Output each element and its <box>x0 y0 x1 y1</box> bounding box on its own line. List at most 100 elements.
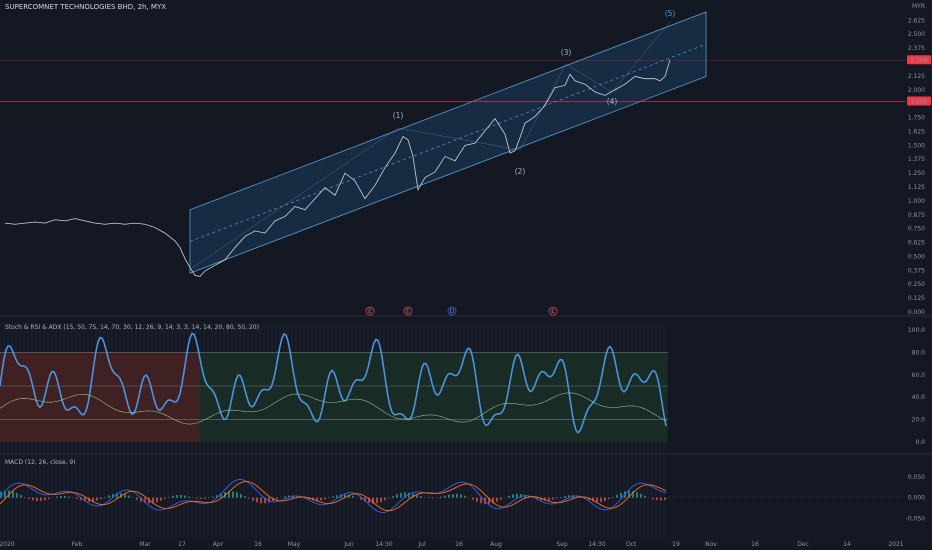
macd-hist-bar <box>164 497 166 499</box>
macd-hist-bar <box>472 497 474 500</box>
macd-axis-tick: 0.000 <box>908 495 925 502</box>
price-axis-tick: 0.750 <box>908 226 925 233</box>
time-axis-tick: 2021 <box>888 541 903 548</box>
macd-hist-bar <box>276 497 278 500</box>
price-axis-tick: 1.250 <box>908 170 925 177</box>
time-axis-tick: Oct <box>626 541 637 548</box>
macd-hist-bar <box>244 496 246 498</box>
time-axis-tick: 17 <box>178 541 186 548</box>
stoch-bear-zone <box>0 352 200 442</box>
macd-hist-bar <box>24 497 26 498</box>
time-axis-tick: Mar <box>139 541 151 548</box>
stoch-indicator-title: Stoch & RSI & ADX (15, 50, 75, 14, 70, 3… <box>5 324 259 331</box>
channel-midline <box>189 43 707 242</box>
macd-hist-bar <box>560 497 562 498</box>
price-axis-tick: 0.125 <box>908 295 925 302</box>
stoch-axis-tick: 0.0 <box>915 439 925 446</box>
time-axis-tick: Apr <box>213 541 224 548</box>
price-axis-tick: 2.125 <box>908 73 925 80</box>
macd-hist-bar <box>172 495 174 498</box>
macd-hist-bar <box>196 497 198 499</box>
macd-hist-bar <box>400 492 402 498</box>
macd-hist-bar <box>616 494 618 498</box>
macd-hist-bar <box>124 493 126 498</box>
macd-hist-bar <box>332 496 334 498</box>
time-axis-tick: 16 <box>254 541 262 548</box>
macd-hist-bar <box>496 497 498 502</box>
macd-hist-bar <box>652 497 654 500</box>
macd-hist-bar <box>604 497 606 501</box>
wave-label-2: (2) <box>515 167 526 176</box>
time-axis-tick: 14:30 <box>375 541 392 548</box>
price-axis-tick: 1.375 <box>908 156 925 163</box>
time-axis-tick: 16 <box>455 541 463 548</box>
macd-hist-bar <box>556 497 558 499</box>
wave-label-5: (5) <box>665 9 676 18</box>
macd-hist-bar <box>664 497 666 501</box>
macd-hist-bar <box>232 491 234 498</box>
macd-hist-bar <box>256 497 258 503</box>
macd-hist-bar <box>320 497 322 501</box>
chart-canvas: (1) (2) (3) (4) (5) 2.625 2.500 2.375 2.125 2.000… <box>0 3 932 548</box>
macd-hist-bar <box>36 497 38 502</box>
macd-hist-bar <box>56 496 58 498</box>
macd-hist-bar <box>608 497 610 500</box>
time-axis-tick: Nov <box>705 541 717 548</box>
macd-hist-bar <box>48 497 50 499</box>
macd-hist-bar <box>564 495 566 498</box>
macd-hist-bar <box>260 497 262 504</box>
macd-hist-bar <box>452 493 454 498</box>
time-axis-tick: 14:30 <box>588 541 605 548</box>
macd-hist-bar <box>204 497 206 499</box>
macd-hist-bar <box>108 495 110 498</box>
macd-hist-bar <box>284 496 286 498</box>
macd-hist-bar <box>660 497 662 501</box>
macd-hist-bar <box>128 495 130 498</box>
macd-hist-bar <box>656 497 658 501</box>
macd-hist-bar <box>380 497 382 503</box>
macd-axis-tick: -0.050 <box>906 516 926 523</box>
macd-hist-bar <box>76 497 78 500</box>
time-axis-tick: 14 <box>843 541 851 548</box>
macd-hist-bar <box>384 497 386 501</box>
macd-hist-bar <box>20 495 22 498</box>
macd-hist-bar <box>476 497 478 502</box>
price-axis-tick: 2.375 <box>908 45 925 52</box>
macd-hist-bar <box>456 493 458 498</box>
macd-hist-bar <box>552 497 554 500</box>
price-axis-tick: 1.125 <box>908 184 925 191</box>
macd-hist-bar <box>240 493 242 498</box>
macd-hist-bar <box>420 496 422 498</box>
macd-hist-bar <box>440 496 442 498</box>
macd-hist-bar <box>12 491 14 498</box>
time-axis-tick: 2020 <box>0 541 15 548</box>
macd-hist-bar <box>596 497 598 503</box>
macd-hist-bar <box>600 497 602 502</box>
macd-hist-bar <box>32 497 34 501</box>
wave-label-3: (3) <box>561 48 572 57</box>
macd-hist-bar <box>200 497 202 499</box>
price-axis-tick: 2.625 <box>908 17 925 24</box>
price-axis-tick: 1.500 <box>908 142 925 149</box>
time-axis-tick: May <box>288 541 301 548</box>
macd-hist-bar <box>500 497 502 500</box>
macd-hist-bar <box>548 497 550 501</box>
macd-hist-bar <box>396 494 398 498</box>
event-marker-label: D <box>450 308 455 315</box>
macd-hist-bar <box>104 497 106 498</box>
macd-hist-bar <box>44 497 46 501</box>
macd-hist-bar <box>40 497 42 501</box>
macd-hist-bar <box>188 496 190 498</box>
macd-hist-bar <box>432 497 434 499</box>
macd-hist-bar <box>60 495 62 498</box>
last-price-value: 2.266 <box>910 57 927 64</box>
macd-hist-bar <box>512 494 514 498</box>
macd-indicator-title: MACD (12, 26, close, 9) <box>5 459 76 466</box>
price-axis-tick: 0.625 <box>908 240 925 247</box>
price-axis-tick: 1.750 <box>908 115 925 122</box>
macd-hist-bar <box>508 495 510 498</box>
macd-hist-bar <box>644 495 646 498</box>
stoch-axis-tick: 20.0 <box>912 417 926 424</box>
price-axis-tick: 0.375 <box>908 267 925 274</box>
time-axis-tick: Dec <box>797 541 809 548</box>
